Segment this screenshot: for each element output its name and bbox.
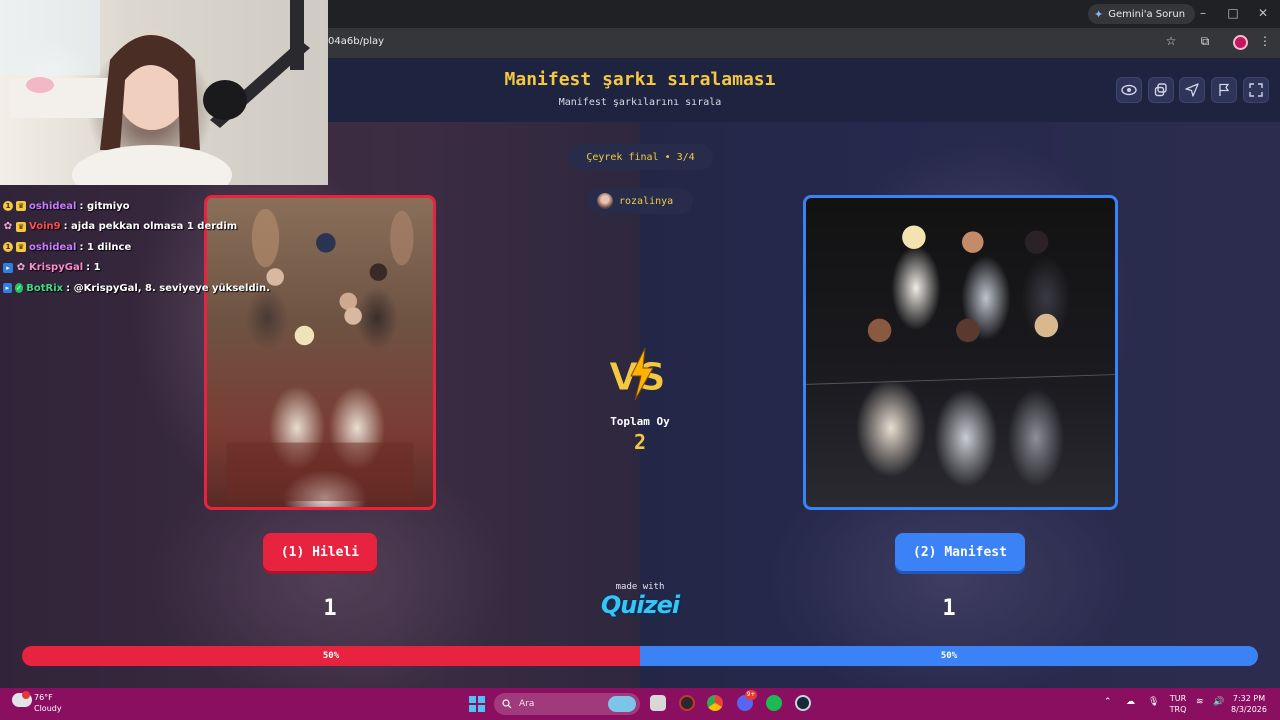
volume-icon[interactable]: 🔊 bbox=[1213, 697, 1224, 707]
chat-message: ✿ ♛ Voin9: ajda pekkan olmasa 1 derdim bbox=[0, 217, 270, 238]
browser-menu-icon[interactable]: ⋮ bbox=[1257, 34, 1273, 48]
chat-message: ▸ ✿ KrispyGal: 1 bbox=[0, 258, 270, 279]
network-cloud-icon[interactable]: ☁ bbox=[1126, 697, 1135, 707]
left-vote-share: 50% bbox=[22, 646, 640, 666]
chat-text: : 1 dilnce bbox=[79, 241, 132, 253]
quizei-logo[interactable]: Quizei bbox=[590, 591, 690, 619]
send-icon[interactable] bbox=[1179, 77, 1205, 103]
spotify-icon[interactable] bbox=[766, 695, 782, 711]
bookmark-star-icon[interactable]: ☆ bbox=[1163, 34, 1179, 48]
taskbar-search[interactable]: Ara bbox=[494, 693, 640, 715]
eye-icon[interactable] bbox=[1116, 77, 1142, 103]
search-placeholder: Ara bbox=[519, 699, 535, 709]
right-option-image[interactable] bbox=[803, 195, 1118, 510]
chat-username[interactable]: oshideal bbox=[29, 242, 77, 253]
weather-condition[interactable]: Cloudy bbox=[34, 704, 62, 713]
chat-text: : ajda pekkan olmasa 1 derdim bbox=[63, 221, 238, 233]
left-vote-count: 1 bbox=[323, 596, 337, 621]
right-vote-count: 1 bbox=[942, 596, 956, 621]
windows-taskbar: 76°F Cloudy Ara 9+ ⌃ ☁ 🎙 TUR TRQ ≋ 🔊 7:3… bbox=[0, 688, 1280, 720]
clock-time[interactable]: 7:32 PM bbox=[1228, 694, 1270, 703]
close-icon[interactable]: ✕ bbox=[1256, 6, 1270, 20]
keyboard-layout[interactable]: TRQ bbox=[1166, 705, 1190, 714]
file-explorer-icon[interactable] bbox=[650, 695, 666, 711]
prime-badge-icon: ▸ bbox=[3, 262, 13, 273]
user-name: rozalinya bbox=[619, 195, 674, 207]
group-photo-right bbox=[806, 225, 1115, 385]
discord-notification-badge: 9+ bbox=[745, 690, 757, 700]
gemini-icon: ✦ bbox=[1094, 7, 1104, 21]
gemini-button-label: Gemini'a Sorun bbox=[1108, 8, 1186, 20]
crown-badge-icon: ♛ bbox=[16, 201, 26, 212]
left-option-button[interactable]: (1) Hileli bbox=[263, 533, 377, 571]
extensions-icon[interactable]: ⧉ bbox=[1197, 34, 1213, 49]
language-code[interactable]: TUR bbox=[1166, 694, 1190, 703]
prime-badge-icon: ▸ bbox=[3, 283, 12, 294]
user-pill: rozalinya bbox=[587, 188, 693, 214]
chat-message: ▸ ✓ BotRix: @KrispyGal, 8. seviyeye yüksel… bbox=[0, 278, 270, 299]
flower-badge-icon: ✿ bbox=[16, 262, 26, 274]
round-indicator: Çeyrek final • 3/4 bbox=[568, 144, 713, 170]
chat-username[interactable]: KrispyGal bbox=[29, 262, 83, 273]
right-option-button[interactable]: (2) Manifest bbox=[895, 533, 1025, 571]
chat-username[interactable]: BotRix bbox=[26, 283, 63, 294]
chat-text: : gitmiyo bbox=[79, 200, 130, 212]
gemini-button[interactable]: ✦ Gemini'a Sorun bbox=[1088, 4, 1196, 24]
obs-icon[interactable] bbox=[679, 695, 695, 711]
weather-temperature[interactable]: 76°F bbox=[34, 693, 53, 702]
webcam-overlay bbox=[0, 0, 328, 185]
total-votes-value: 2 bbox=[633, 430, 647, 454]
flower-badge-icon: ✿ bbox=[3, 221, 13, 233]
chat-username[interactable]: Voin9 bbox=[29, 221, 61, 232]
chat-message: 1 ♛ oshideal: gitmiyo bbox=[0, 196, 270, 217]
chat-message: 1 ♛ oshideal: 1 dilnce bbox=[0, 237, 270, 258]
maximize-icon[interactable]: □ bbox=[1226, 6, 1240, 20]
steam-icon[interactable] bbox=[795, 695, 811, 711]
chat-text: : 1 bbox=[86, 262, 101, 274]
chevron-up-icon[interactable]: ⌃ bbox=[1104, 697, 1112, 707]
url-field[interactable]: 04a6b/play bbox=[328, 36, 384, 47]
vote-progress-bar: 50% 50% bbox=[22, 646, 1258, 666]
chat-text: : @KrispyGal, 8. seviyeye yükseldin. bbox=[66, 282, 270, 294]
streamer-webcam-feed bbox=[0, 0, 310, 185]
wifi-icon[interactable]: ≋ bbox=[1196, 697, 1204, 707]
crown-badge-icon: ♛ bbox=[16, 221, 26, 232]
flag-icon[interactable] bbox=[1211, 77, 1237, 103]
sub-badge-icon: 1 bbox=[3, 201, 13, 212]
profile-avatar[interactable] bbox=[1233, 35, 1248, 50]
versus-icon: VS bbox=[605, 344, 675, 404]
search-highlight-image bbox=[608, 696, 636, 712]
minimize-icon[interactable]: – bbox=[1196, 6, 1210, 20]
crown-badge-icon: ♛ bbox=[16, 242, 26, 253]
chat-overlay: 1 ♛ oshideal: gitmiyo ✿ ♛ Voin9: ajda pekkan … bbox=[0, 196, 270, 299]
sub-badge-icon: 1 bbox=[3, 242, 13, 253]
total-votes-label: Toplam Oy bbox=[610, 415, 670, 428]
chrome-icon[interactable] bbox=[707, 695, 723, 711]
right-vote-share: 50% bbox=[640, 646, 1258, 666]
fullscreen-icon[interactable] bbox=[1243, 77, 1269, 103]
copy-icon[interactable] bbox=[1148, 77, 1174, 103]
search-icon bbox=[502, 699, 512, 709]
user-avatar bbox=[597, 193, 613, 209]
verified-badge-icon: ✓ bbox=[14, 283, 24, 294]
chat-username[interactable]: oshideal bbox=[29, 201, 77, 212]
weather-alert-badge bbox=[22, 691, 30, 699]
microphone-icon[interactable]: 🎙 bbox=[1148, 697, 1159, 707]
windows-start-icon[interactable] bbox=[469, 696, 485, 712]
clock-date[interactable]: 8/3/2026 bbox=[1228, 705, 1270, 714]
